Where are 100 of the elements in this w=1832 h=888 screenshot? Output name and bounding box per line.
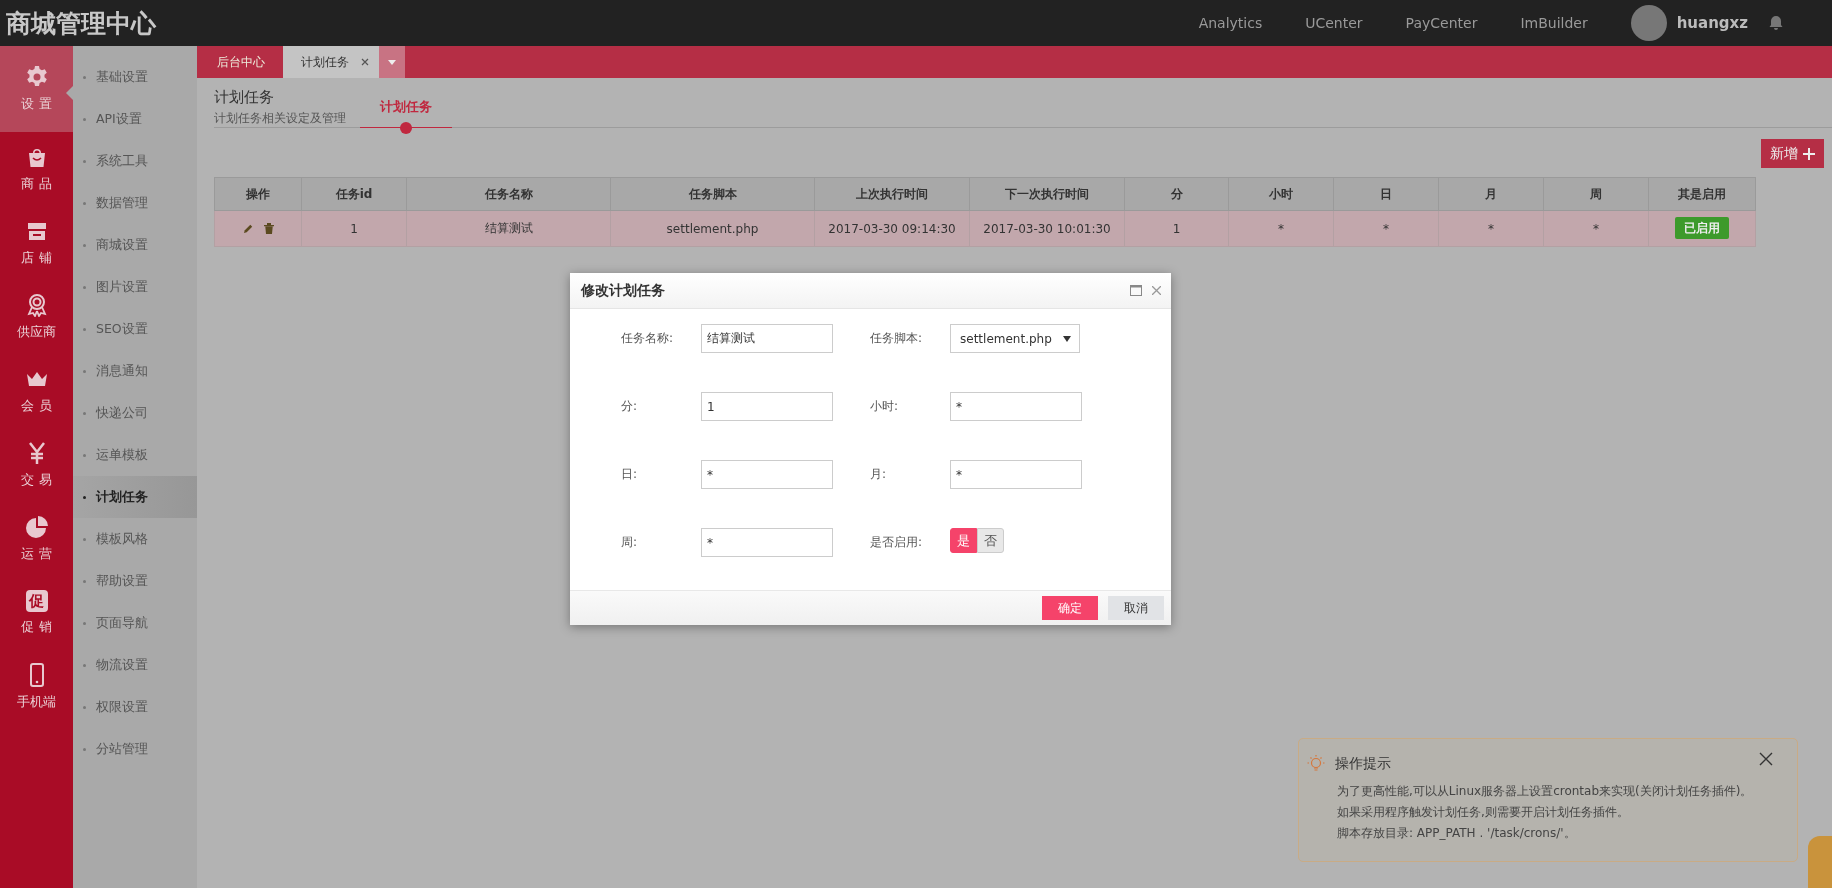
table-cell: * (1228, 210, 1334, 247)
sidebar-label: 会 员 (21, 397, 52, 415)
avatar[interactable] (1630, 5, 1667, 41)
column-header: 其是启用 (1648, 177, 1756, 211)
sidebar-item[interactable]: 店 铺 (0, 206, 73, 280)
submenu-item[interactable]: 图片设置 (73, 266, 197, 308)
toggle-option[interactable]: 是 (950, 528, 977, 553)
input-field[interactable]: 结算测试 (701, 324, 833, 353)
sidebar-item[interactable]: 交 易 (0, 428, 73, 502)
sidebar-item[interactable]: 手机端 (0, 650, 73, 724)
table-cell: * (1333, 210, 1439, 247)
table-cell: * (1543, 210, 1649, 247)
table-cell: 2017-03-30 09:14:30 (814, 210, 970, 247)
tab[interactable]: 后台中心 (199, 46, 283, 78)
table-cell: 2017-03-30 10:01:30 (969, 210, 1125, 247)
column-header: 操作 (214, 177, 302, 211)
input-field[interactable]: * (701, 528, 833, 557)
field-label: 是否启用: (870, 534, 924, 551)
promo-icon: 促 (25, 590, 48, 612)
sidebar-label: 设 置 (21, 95, 52, 113)
table-cell: * (1438, 210, 1544, 247)
submenu-item[interactable]: SEO设置 (73, 308, 197, 350)
submenu-item[interactable]: 分站管理 (73, 728, 197, 770)
field-label: 任务名称: (621, 330, 675, 347)
close-icon[interactable] (1759, 752, 1773, 766)
sidebar-label: 商 品 (21, 175, 52, 193)
sidebar-label: 店 铺 (21, 249, 52, 267)
tip-text: 如果采用程序触发计划任务,则需要开启计划任务插件。 (1337, 804, 1630, 821)
submenu-item[interactable]: 页面导航 (73, 602, 197, 644)
submenu-item[interactable]: 权限设置 (73, 686, 197, 728)
input-field[interactable]: * (950, 392, 1082, 421)
tab-dropdown[interactable] (379, 46, 405, 78)
add-button[interactable]: 新增 (1761, 139, 1824, 168)
nav-link[interactable]: Analytics (1198, 15, 1263, 31)
toggle-option[interactable]: 否 (977, 528, 1004, 553)
nav-link[interactable]: PayCenter (1405, 15, 1478, 31)
submenu-item[interactable]: 商城设置 (73, 224, 197, 266)
tab[interactable]: 计划任务 (283, 46, 379, 78)
submenu-item[interactable]: 消息通知 (73, 350, 197, 392)
page-subtitle: 计划任务相关设定及管理 (214, 110, 346, 127)
tip-title: 操作提示 (1335, 755, 1391, 773)
sidebar-item[interactable]: 供应商 (0, 280, 73, 354)
field-label: 周: (621, 534, 639, 551)
submenu-item[interactable]: 物流设置 (73, 644, 197, 686)
table-cell: 结算测试 (406, 210, 611, 247)
sidebar-item[interactable]: 商 品 (0, 132, 73, 206)
nav-link[interactable]: UCenter (1305, 15, 1363, 31)
confirm-button[interactable]: 确定 (1042, 596, 1098, 620)
field-label: 日: (621, 466, 639, 483)
tip-text: 为了更高性能,可以从Linux服务器上设置crontab来实现(关闭计划任务插件)。 (1337, 783, 1754, 800)
sidebar-label: 交 易 (21, 471, 52, 489)
column-header: 日 (1333, 177, 1439, 211)
cancel-button[interactable]: 取消 (1108, 596, 1164, 620)
submenu-item[interactable]: 帮助设置 (73, 560, 197, 602)
sidebar-item[interactable]: 设 置 (0, 46, 73, 132)
input-field[interactable]: * (701, 460, 833, 489)
column-header: 任务脚本 (610, 177, 815, 211)
lightbulb-icon (1307, 755, 1325, 773)
submenu-item[interactable]: 模板风格 (73, 518, 197, 560)
mascot-drawing (1808, 836, 1832, 888)
sidebar-label: 供应商 (17, 323, 56, 341)
column-header: 分 (1124, 177, 1229, 211)
column-header: 任务id (301, 177, 407, 211)
field-label: 小时: (870, 398, 900, 415)
caret-icon (1063, 335, 1071, 342)
field-label: 月: (870, 466, 888, 483)
submenu-item[interactable]: 运单模板 (73, 434, 197, 476)
maximize-icon[interactable] (1130, 285, 1142, 296)
submenu-item[interactable]: API设置 (73, 98, 197, 140)
plus-icon (1803, 147, 1815, 160)
field-label: 任务脚本: (870, 330, 924, 347)
close-icon[interactable] (1152, 286, 1161, 295)
submenu-item[interactable]: 系统工具 (73, 140, 197, 182)
caret-icon (388, 59, 396, 65)
sidebar-item[interactable]: 会 员 (0, 354, 73, 428)
bell-icon[interactable] (1768, 15, 1784, 31)
user-name[interactable]: huangxz (1676, 14, 1748, 32)
submenu-item[interactable]: 计划任务 (73, 476, 197, 518)
nav-link[interactable]: ImBuilder (1520, 15, 1588, 31)
table-cell: 1 (301, 210, 407, 247)
tip-text: 脚本存放目录: APP_PATH . '/task/crons/'。 (1337, 825, 1577, 842)
settings-icon (24, 65, 49, 89)
sidebar-item[interactable]: 运 营 (0, 502, 73, 576)
dialog-title: 修改计划任务 (581, 281, 666, 300)
submenu-item[interactable]: 快递公司 (73, 392, 197, 434)
status-badge: 已启用 (1675, 217, 1729, 239)
submenu-item[interactable]: 基础设置 (73, 56, 197, 98)
close-icon[interactable] (361, 58, 369, 66)
pie-icon (24, 515, 49, 539)
edit-icon[interactable] (242, 223, 254, 234)
field-label: 分: (621, 398, 639, 415)
input-field[interactable]: 1 (701, 392, 833, 421)
input-field[interactable]: * (950, 460, 1082, 489)
sidebar-item[interactable]: 促 促 销 (0, 576, 73, 650)
submenu-item[interactable]: 数据管理 (73, 182, 197, 224)
column-header: 任务名称 (406, 177, 611, 211)
column-header: 下一次执行时间 (969, 177, 1125, 211)
delete-icon[interactable] (263, 223, 274, 234)
column-header: 周 (1543, 177, 1649, 211)
select-field[interactable]: settlement.php (950, 324, 1080, 353)
